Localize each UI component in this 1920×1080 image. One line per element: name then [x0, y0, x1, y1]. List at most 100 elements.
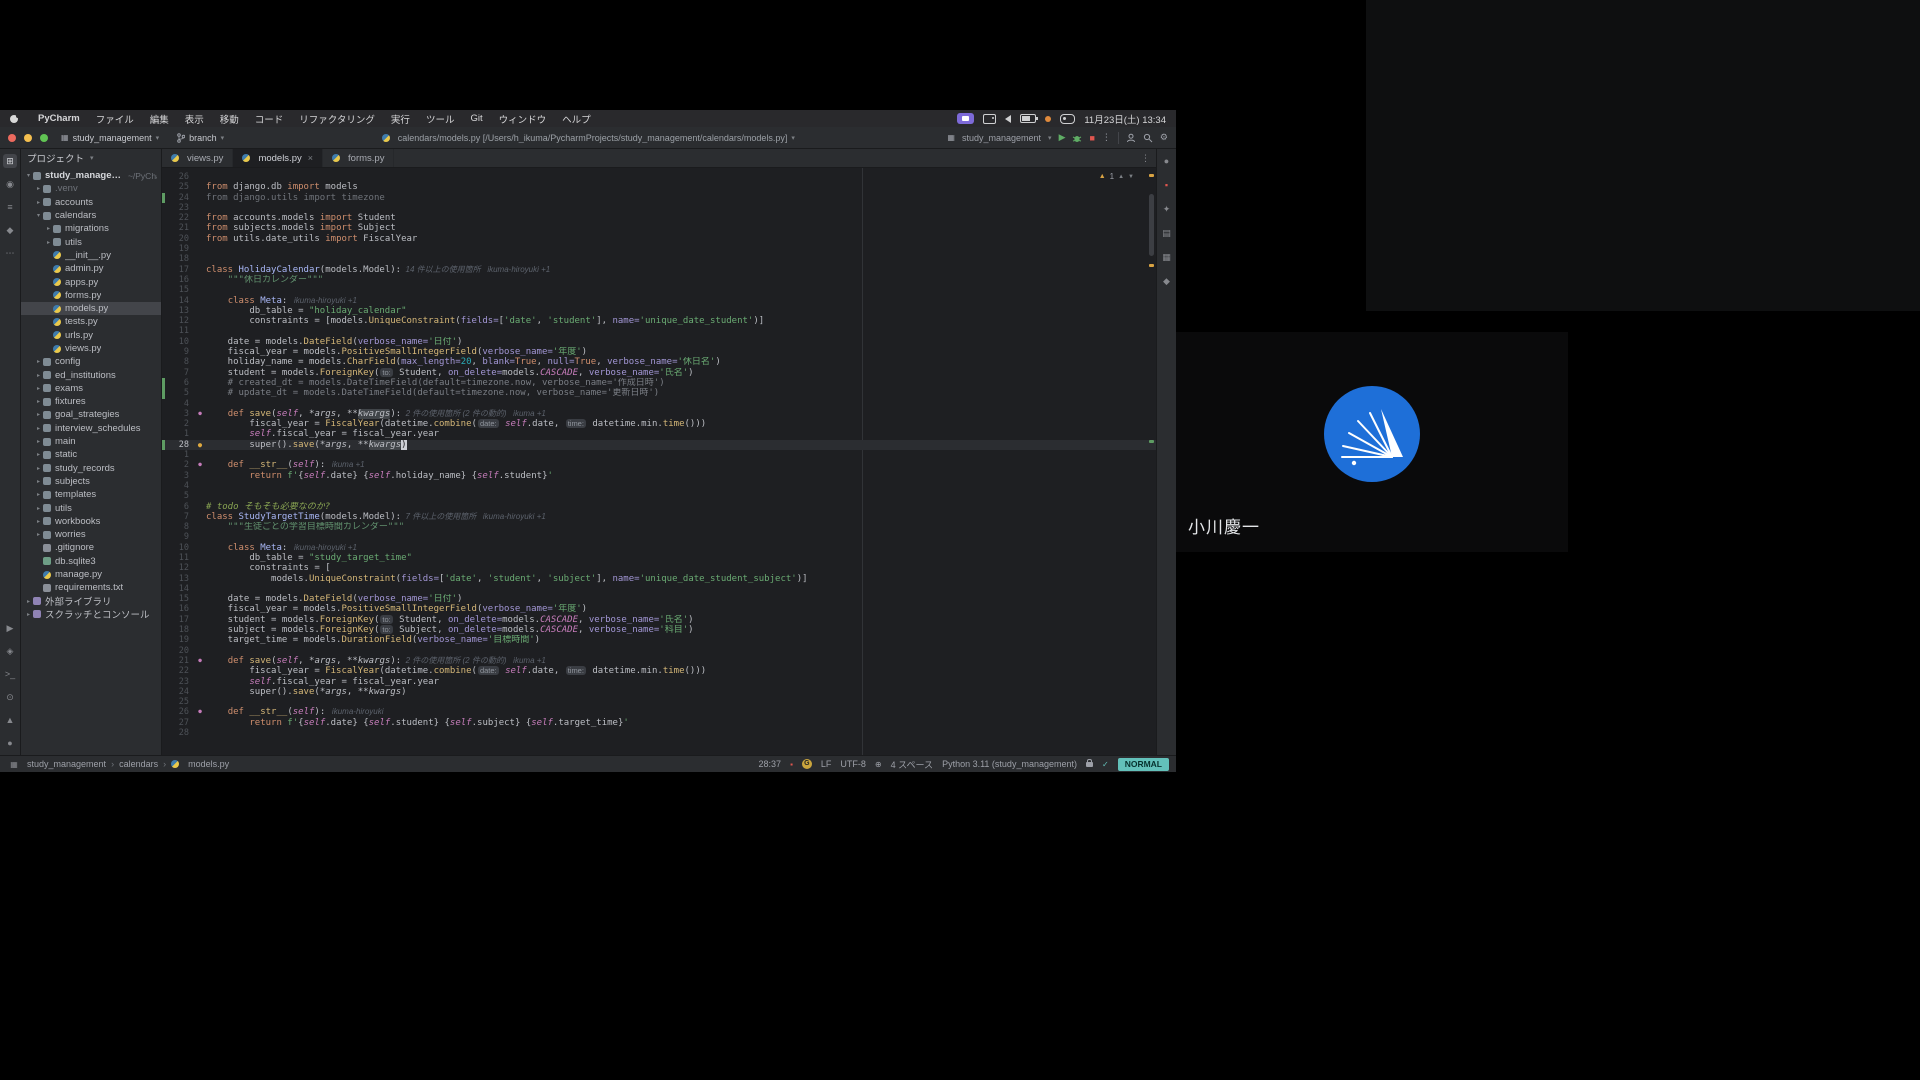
- tab-models.py[interactable]: models.py×: [233, 149, 323, 167]
- close-tab-icon[interactable]: ×: [308, 153, 313, 163]
- code-line[interactable]: 7 student = models.ForeignKey(to: Studen…: [162, 368, 1156, 378]
- code-line[interactable]: 28: [162, 728, 1156, 738]
- breadcrumb-item[interactable]: models.py: [188, 759, 229, 769]
- code-line[interactable]: 1: [162, 450, 1156, 460]
- file-path-widget[interactable]: calendars/models.py [/Users/h_ikuma/Pych…: [237, 133, 939, 143]
- code-line[interactable]: 13 models.UniqueConstraint(fields=['date…: [162, 574, 1156, 584]
- tree-item-exams[interactable]: ▸exams: [21, 382, 161, 395]
- code-line[interactable]: 22from accounts.models import Student: [162, 213, 1156, 223]
- tree-item-.gitignore[interactable]: .gitignore: [21, 541, 161, 554]
- terminal-tool-icon[interactable]: >_: [3, 667, 17, 681]
- code-line[interactable]: 28● super().save(*args, **kwargs): [162, 440, 1156, 450]
- next-problem-icon[interactable]: ▼: [1128, 174, 1134, 180]
- notification-badge-icon[interactable]: ▪: [1160, 178, 1174, 192]
- code-line[interactable]: 26● def __str__(self): ikuma-hiroyuki: [162, 707, 1156, 717]
- code-line[interactable]: 3● def save(self, *args, **kwargs): 2 件の…: [162, 409, 1156, 419]
- problems-tool-icon[interactable]: ▲: [3, 713, 17, 727]
- code-line[interactable]: 20from utils.date_utils import FiscalYea…: [162, 234, 1156, 244]
- tree-item-__init__.py[interactable]: __init__.py: [21, 249, 161, 262]
- tree-item-ed_institutions[interactable]: ▸ed_institutions: [21, 368, 161, 381]
- code-line[interactable]: 26: [162, 172, 1156, 182]
- documentation-tool-icon[interactable]: ▦: [1160, 250, 1174, 264]
- code-line[interactable]: 9: [162, 532, 1156, 542]
- menu-item[interactable]: 移動: [212, 112, 247, 126]
- commit-tool-icon[interactable]: ◉: [3, 177, 17, 191]
- tree-item-db.sqlite3[interactable]: db.sqlite3: [21, 555, 161, 568]
- project-tool-icon[interactable]: ⊞: [3, 154, 17, 168]
- inspections-ok-icon[interactable]: ✓: [1102, 760, 1109, 769]
- code-line[interactable]: 4: [162, 481, 1156, 491]
- video-tile-speaker[interactable]: 小川慶一: [1176, 332, 1568, 552]
- menu-item[interactable]: ツール: [418, 112, 463, 126]
- tree-item-config[interactable]: ▸config: [21, 355, 161, 368]
- code-line[interactable]: 11: [162, 326, 1156, 336]
- tab-forms.py[interactable]: forms.py: [323, 149, 394, 167]
- code-line[interactable]: 6# todo そもそも必要なのか?: [162, 502, 1156, 512]
- tree-item-goal_strategies[interactable]: ▸goal_strategies: [21, 408, 161, 421]
- video-tile-camera-off[interactable]: [1366, 0, 1920, 311]
- tree-item-main[interactable]: ▸main: [21, 435, 161, 448]
- code-line[interactable]: 17class HolidayCalendar(models.Model): 1…: [162, 265, 1156, 275]
- project-panel-header[interactable]: プロジェクト ▾: [21, 149, 161, 167]
- tree-item-apps.py[interactable]: apps.py: [21, 275, 161, 288]
- code-line[interactable]: 7class StudyTargetTime(models.Model): 7 …: [162, 512, 1156, 522]
- code-line[interactable]: 5 # update_dt = models.DateTimeField(def…: [162, 388, 1156, 398]
- debug-button[interactable]: [1072, 133, 1082, 143]
- tree-item-.venv[interactable]: ▸.venv: [21, 182, 161, 195]
- vcs-log-tool-icon[interactable]: ●: [3, 736, 17, 750]
- menu-item[interactable]: ヘルプ: [554, 112, 599, 126]
- tree-item-accounts[interactable]: ▸accounts: [21, 196, 161, 209]
- minimize-window-button[interactable]: [24, 134, 32, 142]
- code-line[interactable]: 16 fiscal_year = models.PositiveSmallInt…: [162, 604, 1156, 614]
- menu-item[interactable]: リファクタリング: [291, 112, 383, 126]
- code-line[interactable]: 12 constraints = [: [162, 563, 1156, 573]
- menubar-clock[interactable]: 11月23日(土) 13:34: [1084, 112, 1166, 126]
- tab-views.py[interactable]: views.py: [162, 149, 233, 167]
- code-line[interactable]: 5: [162, 491, 1156, 501]
- prev-problem-icon[interactable]: ▲: [1118, 174, 1124, 180]
- tree-item-calendars[interactable]: ▾calendars: [21, 209, 161, 222]
- code-line[interactable]: 4: [162, 399, 1156, 409]
- code-line[interactable]: 3 return f'{self.date} {self.holiday_nam…: [162, 471, 1156, 481]
- structure-tool-icon[interactable]: ≡: [3, 200, 17, 214]
- tree-item-utils[interactable]: ▸utils: [21, 501, 161, 514]
- code-line[interactable]: 2 fiscal_year = FiscalYear(datetime.comb…: [162, 419, 1156, 429]
- file-encoding[interactable]: UTF-8: [840, 759, 866, 769]
- menu-item[interactable]: 実行: [383, 112, 418, 126]
- project-widget[interactable]: ▦ study_management ▾: [56, 131, 164, 145]
- tree-item-study_management[interactable]: ▾study_management~/PyCha: [21, 169, 161, 182]
- menu-item[interactable]: 編集: [142, 112, 177, 126]
- notifications-bell-icon[interactable]: ●: [1160, 154, 1174, 168]
- code-line[interactable]: 21● def save(self, *args, **kwargs): 2 件…: [162, 656, 1156, 666]
- menu-item[interactable]: ウィンドウ: [491, 112, 555, 126]
- code-line[interactable]: 18 subject = models.ForeignKey(to: Subje…: [162, 625, 1156, 635]
- code-line[interactable]: 2● def __str__(self): ikuma +1: [162, 460, 1156, 470]
- more-run-actions-button[interactable]: ⋮: [1102, 132, 1111, 143]
- ai-assistant-icon[interactable]: ✦: [1160, 202, 1174, 216]
- tree-item-utils[interactable]: ▸utils: [21, 235, 161, 248]
- code-line[interactable]: 14 class Meta: ikuma-hiroyuki +1: [162, 296, 1156, 306]
- tree-item-スクラッチとコンソール[interactable]: ▸スクラッチとコンソール: [21, 608, 161, 621]
- tree-item-worries[interactable]: ▸worries: [21, 528, 161, 541]
- debug-tool-icon[interactable]: ◈: [3, 644, 17, 658]
- more-tools-icon[interactable]: ⋯: [3, 246, 17, 260]
- code-line[interactable]: 18: [162, 254, 1156, 264]
- breadcrumb-item[interactable]: study_management: [27, 759, 106, 769]
- zoom-window-button[interactable]: [40, 134, 48, 142]
- code-line[interactable]: 14: [162, 584, 1156, 594]
- volume-icon[interactable]: [1005, 115, 1011, 123]
- editor-more-tabs-icon[interactable]: ⋮: [1141, 153, 1150, 164]
- tree-item-manage.py[interactable]: manage.py: [21, 568, 161, 581]
- code-line[interactable]: 24from django.utils import timezone: [162, 193, 1156, 203]
- tree-item-admin.py[interactable]: admin.py: [21, 262, 161, 275]
- code-line[interactable]: 19 target_time = models.DurationField(ve…: [162, 635, 1156, 645]
- menu-item[interactable]: ファイル: [88, 112, 142, 126]
- tree-item-templates[interactable]: ▸templates: [21, 488, 161, 501]
- search-icon[interactable]: [1143, 133, 1153, 143]
- tree-item-models.py[interactable]: models.py: [21, 302, 161, 315]
- code-line[interactable]: 19: [162, 244, 1156, 254]
- code-line[interactable]: 11 db_table = "study_target_time": [162, 553, 1156, 563]
- tree-item-study_records[interactable]: ▸study_records: [21, 462, 161, 475]
- run-button[interactable]: ▶: [1059, 132, 1066, 143]
- tree-item-tests.py[interactable]: tests.py: [21, 315, 161, 328]
